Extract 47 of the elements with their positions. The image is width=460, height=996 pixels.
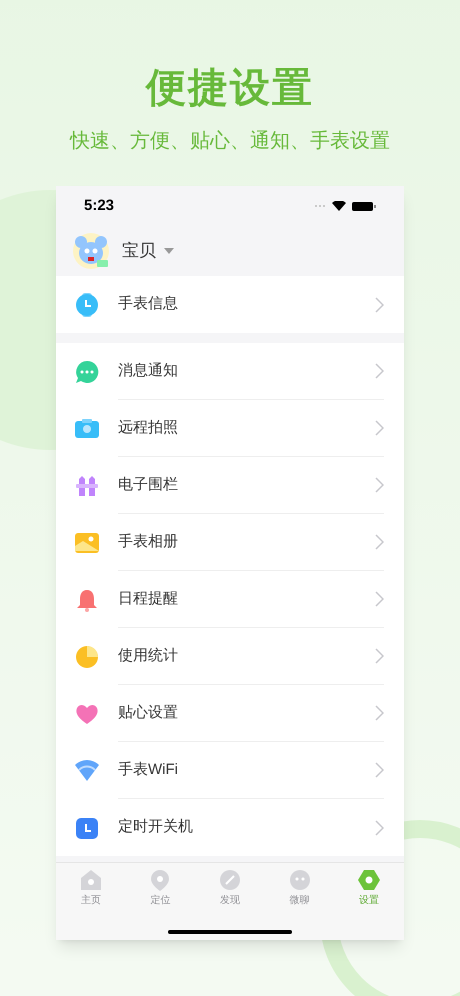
- row-label: 使用统计: [118, 646, 179, 666]
- wifi-icon: [74, 758, 100, 784]
- caret-icon: [164, 248, 174, 254]
- wifi-icon: [332, 201, 346, 211]
- signal-icon: [314, 204, 326, 208]
- settings-row[interactable]: 手表信息: [56, 276, 404, 333]
- settings-row[interactable]: 远程拍照: [56, 400, 404, 457]
- chevron-icon: [374, 477, 384, 493]
- home-icon: [80, 869, 102, 891]
- chevron-icon: [374, 648, 384, 664]
- settings-row[interactable]: 手表WiFi: [56, 742, 404, 799]
- status-time: 5:23: [84, 196, 114, 216]
- settings-row[interactable]: 消息通知: [56, 343, 404, 400]
- settings-row[interactable]: 手表相册: [56, 514, 404, 571]
- pie-icon: [74, 644, 100, 670]
- profile-selector[interactable]: 宝贝: [122, 238, 174, 264]
- avatar-icon: [72, 232, 110, 270]
- chevron-icon: [374, 420, 384, 436]
- chevron-icon: [374, 296, 384, 312]
- row-label: 电子围栏: [118, 474, 179, 495]
- row-label: 手表相册: [118, 532, 179, 552]
- settings-row[interactable]: 使用统计: [56, 628, 404, 685]
- settings-row[interactable]: 电子围栏: [56, 457, 404, 514]
- settings-row[interactable]: 贴心设置: [56, 685, 404, 742]
- hero-subtitle: 快速、方便、贴心、通知、手表设置: [70, 129, 390, 154]
- row-label: 日程提醒: [118, 588, 179, 609]
- row-label: 贴心设置: [118, 702, 179, 723]
- message-icon: [74, 358, 100, 384]
- hero-title: 便捷设置: [146, 65, 314, 112]
- chevron-icon: [374, 705, 384, 721]
- row-label: 远程拍照: [118, 418, 179, 438]
- row-label: 消息通知: [118, 360, 179, 381]
- pin-icon: [149, 869, 172, 891]
- chevron-icon: [374, 591, 384, 607]
- watch-icon: [74, 292, 100, 318]
- row-label: 手表WiFi: [118, 760, 179, 780]
- gear-icon: [358, 869, 380, 891]
- chevron-icon: [374, 820, 384, 836]
- battery-icon: [352, 202, 376, 210]
- chat-icon: [288, 869, 311, 891]
- row-label: 手表信息: [118, 294, 179, 314]
- settings-row[interactable]: 日程提醒: [56, 571, 404, 628]
- chevron-icon: [374, 363, 384, 379]
- chevron-icon: [374, 534, 384, 550]
- chevron-icon: [374, 762, 384, 778]
- settings-row[interactable]: 定时开关机: [56, 799, 404, 856]
- row-label: 定时开关机: [118, 817, 194, 838]
